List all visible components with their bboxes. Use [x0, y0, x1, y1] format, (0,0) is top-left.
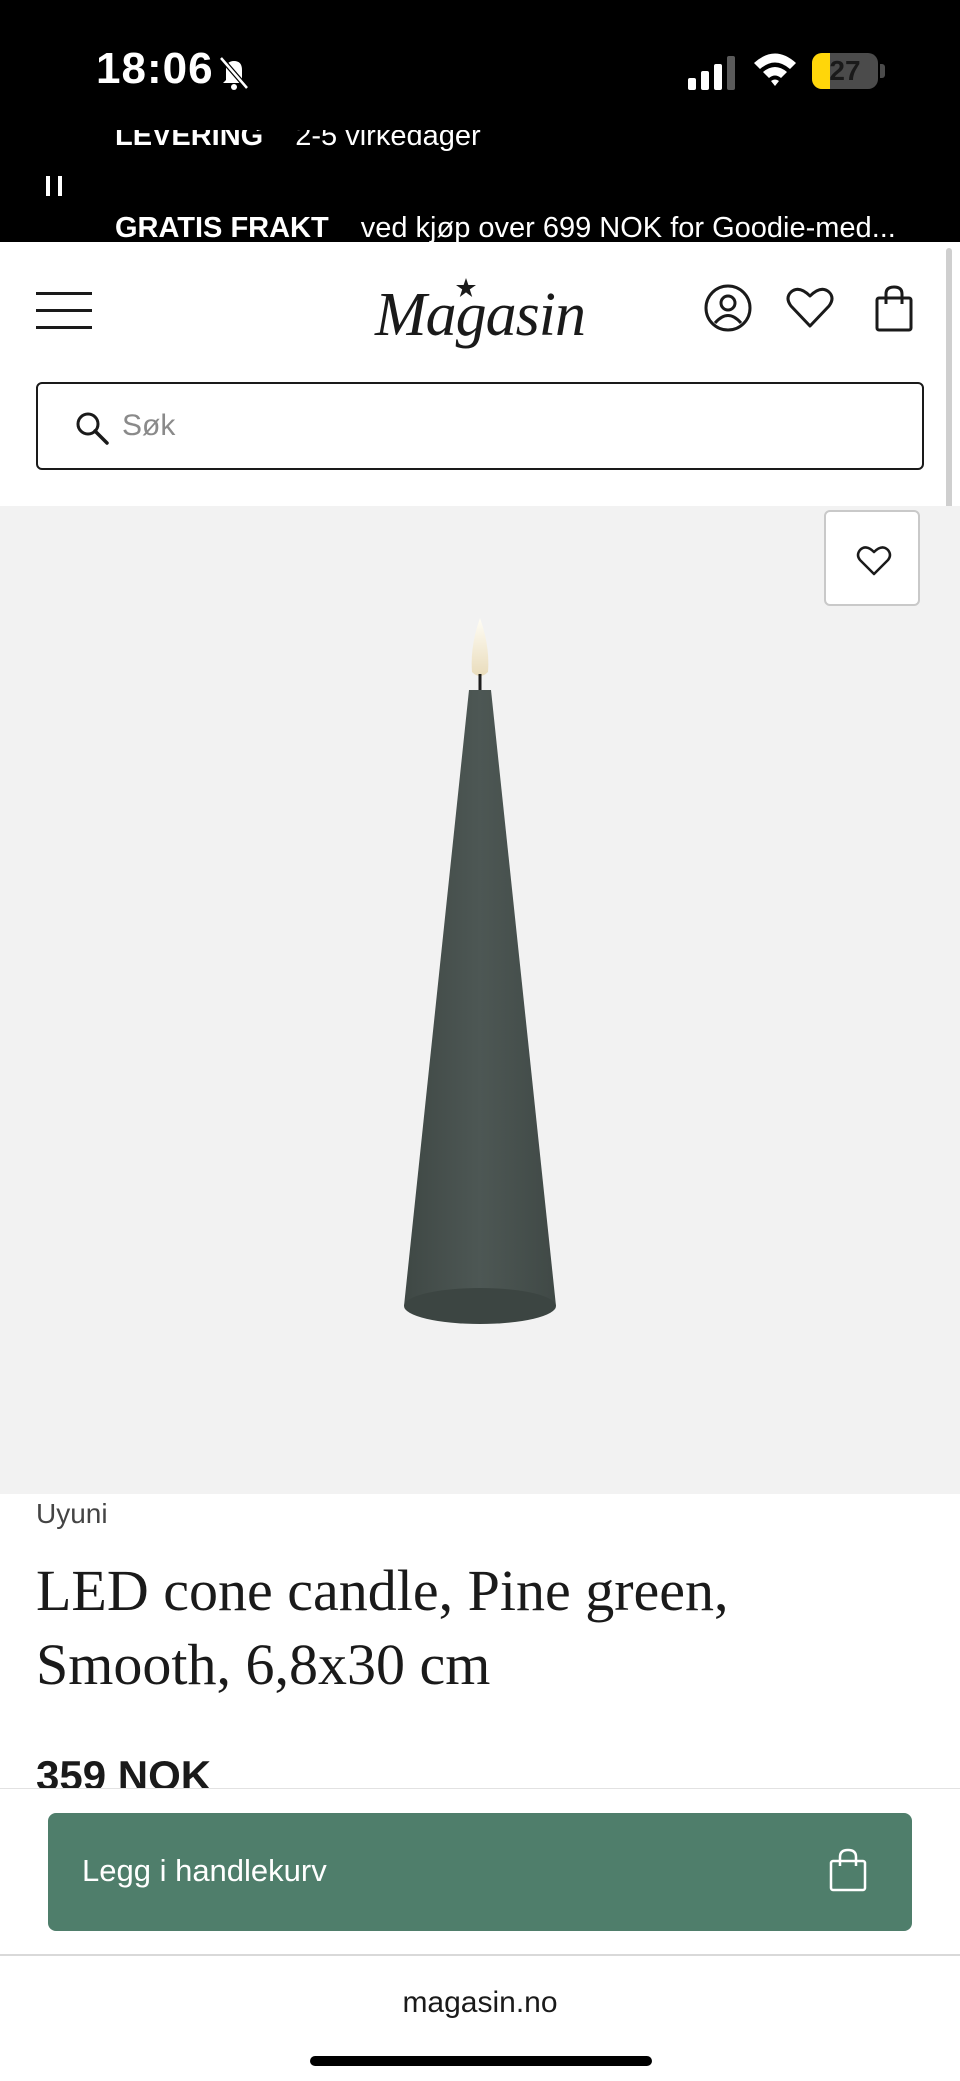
status-time: 18:06	[96, 44, 214, 93]
pause-icon-bar	[58, 176, 62, 196]
add-to-wishlist-button[interactable]	[824, 510, 920, 606]
ticker-text: ved kjøp over 699 NOK for Goodie-med...	[360, 212, 896, 242]
shopping-bag-icon	[829, 1848, 867, 1892]
url-text[interactable]: magasin.no	[0, 1986, 960, 2020]
pause-icon	[46, 176, 50, 196]
search-field[interactable]	[36, 382, 924, 470]
site-header: Magasin	[0, 242, 960, 502]
product-image[interactable]	[0, 506, 960, 1494]
ticker-text: 2-5 virkedager	[295, 130, 481, 152]
candle-illustration	[404, 618, 556, 1324]
battery-cap	[880, 64, 885, 78]
search-input[interactable]	[122, 398, 882, 454]
ticker-pause-button[interactable]	[44, 176, 68, 202]
page-scrollbar[interactable]	[946, 248, 952, 538]
add-to-cart-button[interactable]: Legg i handlekurv	[48, 1813, 912, 1931]
logo-star-icon	[456, 278, 476, 297]
product-brand[interactable]: Uyuni	[36, 1498, 108, 1530]
browser-address-bar[interactable]: magasin.no	[0, 1954, 960, 2081]
product-title: LED cone candle, Pine green, Smooth, 6,8…	[36, 1554, 916, 1702]
heart-icon[interactable]	[784, 282, 836, 334]
ticker-message-delivery: LEVERING 2-5 virkedager	[115, 130, 481, 153]
battery-level: 27	[829, 55, 861, 86]
product-title-line: Smooth, 6,8x30 cm	[36, 1632, 491, 1697]
shopping-bag-icon[interactable]	[868, 282, 920, 334]
sticky-cart-bar: Legg i handlekurv	[0, 1788, 960, 1954]
hamburger-menu-icon[interactable]	[36, 292, 92, 330]
announcement-ticker: LEVERING 2-5 virkedager GRATIS FRAKT ved k…	[0, 130, 960, 242]
ticker-label: GRATIS FRAKT	[115, 212, 329, 242]
status-bar: 18:06 27	[0, 0, 960, 130]
ticker-label: LEVERING	[115, 130, 264, 152]
add-to-cart-label: Legg i handlekurv	[82, 1853, 327, 1888]
battery-indicator: 27	[812, 53, 878, 89]
ticker-message-shipping: GRATIS FRAKT ved kjøp over 699 NOK for Go…	[115, 212, 896, 242]
home-indicator[interactable]	[310, 2056, 652, 2066]
bell-off-icon	[219, 56, 249, 90]
product-title-line: LED cone candle, Pine green,	[36, 1558, 729, 1623]
site-logo[interactable]: Magasin	[330, 280, 630, 351]
user-icon[interactable]	[702, 282, 754, 334]
search-icon	[76, 412, 109, 445]
heart-icon	[856, 546, 892, 576]
wifi-icon	[754, 53, 796, 86]
cellular-signal-icon	[688, 56, 735, 90]
